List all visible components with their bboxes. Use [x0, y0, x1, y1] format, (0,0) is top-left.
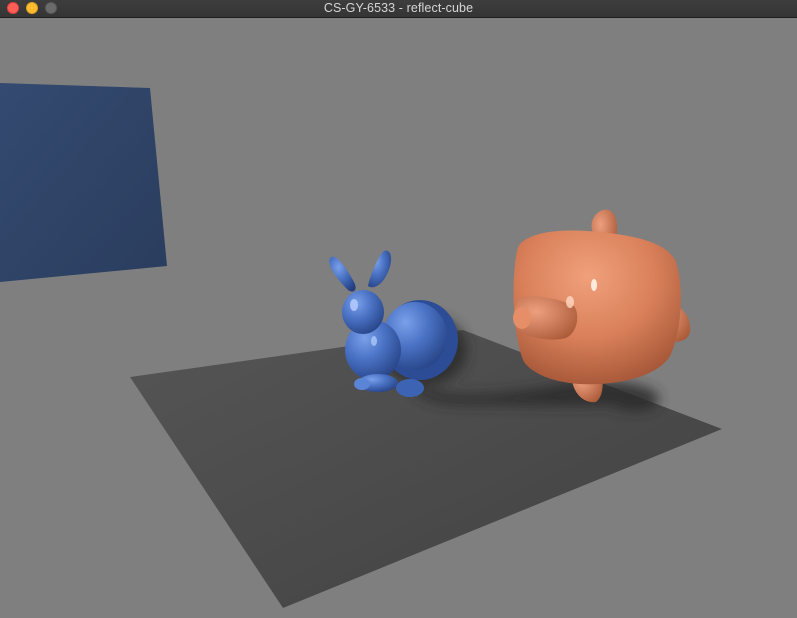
render-viewport[interactable] [0, 18, 797, 618]
scene-canvas [0, 83, 722, 608]
wall-panel [0, 83, 167, 282]
title-bar[interactable]: CS-GY-6533 - reflect-cube [0, 0, 797, 18]
application-window: CS-GY-6533 - reflect-cube [0, 0, 797, 618]
window-title: CS-GY-6533 - reflect-cube [323, 1, 474, 15]
blob-model [513, 209, 691, 403]
